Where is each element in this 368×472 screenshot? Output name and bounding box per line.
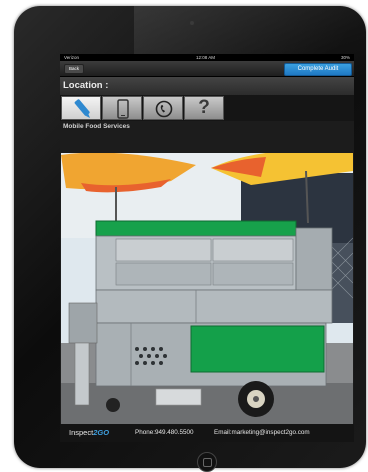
footer-phone[interactable]: Phone:949.480.5500: [135, 424, 193, 442]
brand-logo: Inspect2GO: [69, 428, 110, 437]
battery-label: 30%: [340, 55, 350, 60]
food-cart-photo: [61, 153, 353, 424]
status-bar: Verizon 12:08 AM 30%: [60, 54, 354, 61]
company-name: Mobile Food Services: [60, 121, 354, 141]
question-mark-icon: ?: [198, 97, 210, 118]
back-button[interactable]: Back: [64, 64, 85, 74]
footer-bar: Inspect2GO Phone:949.480.5500 Email:mark…: [60, 424, 354, 442]
tab-contact[interactable]: [143, 96, 183, 120]
audit-photo: [61, 153, 353, 424]
tab-bar: ?: [60, 95, 354, 121]
app-screen: Verizon 12:08 AM 30% Back Complete Audit…: [60, 54, 354, 442]
tab-notes[interactable]: [61, 96, 101, 120]
pencil-icon: [74, 99, 90, 118]
nav-bar: Back Complete Audit: [60, 61, 354, 77]
front-camera: [190, 21, 194, 25]
tab-device[interactable]: [102, 96, 142, 120]
complete-audit-button[interactable]: Complete Audit: [284, 63, 352, 76]
footer-email[interactable]: Email:marketing@inspect2go.com: [214, 424, 310, 442]
home-button[interactable]: [197, 452, 217, 472]
telephone-icon: [155, 100, 173, 118]
ipad-device: Verizon 12:08 AM 30% Back Complete Audit…: [14, 6, 366, 472]
location-header: Location :: [60, 77, 354, 95]
carrier-label: Verizon: [64, 55, 80, 60]
tab-help[interactable]: ?: [184, 96, 224, 120]
clock-label: 12:08 AM: [196, 55, 216, 60]
phone-device-icon: [117, 99, 129, 119]
